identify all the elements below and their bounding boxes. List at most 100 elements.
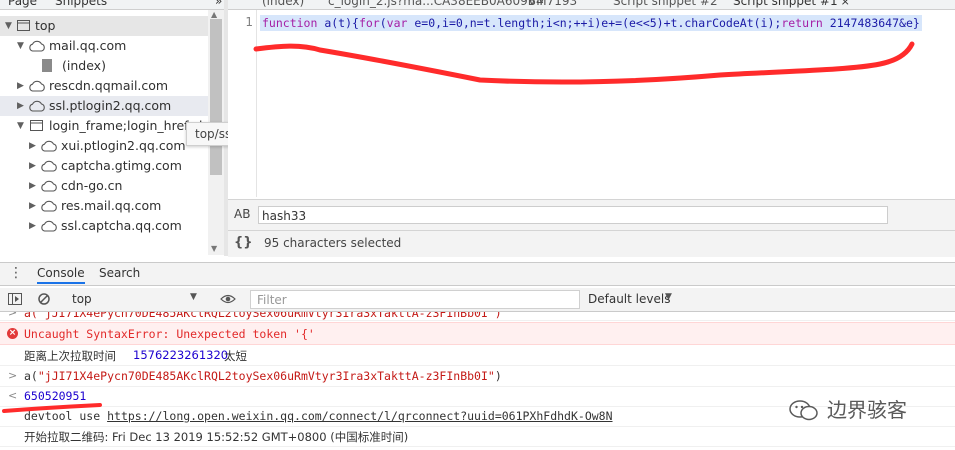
code-text: a(t){ (317, 16, 359, 30)
find-input[interactable]: hash33 (258, 206, 888, 224)
log-label: 距离上次拉取时间 (24, 349, 116, 363)
error-icon: × (7, 328, 18, 339)
expand-triangle-icon[interactable]: ▼ (17, 116, 24, 136)
more-tabs-icon[interactable]: » (215, 0, 222, 8)
tree-item-label: (index) (62, 58, 106, 73)
console-message: > a("jJI71X4ePycn70DE485AKclRQL2toySex06… (0, 312, 955, 321)
input-string: "jJI71X4ePycn70DE485AKclRQL2toySex06uRmV… (37, 369, 495, 383)
tree-item-label: res.mail.qq.com (61, 198, 162, 213)
log-text: devtool use https://long.open.weixin.qq.… (24, 409, 613, 423)
collapsed-triangle-icon[interactable]: ▶ (29, 216, 36, 236)
tree-item-captcha-gtimg[interactable]: ▶ captcha.gtimg.com (0, 156, 208, 176)
cloud-icon (41, 180, 57, 192)
code-text: ( (379, 16, 387, 30)
expand-triangle-icon[interactable]: ▼ (17, 36, 24, 56)
code-text: 2147483647&e} (822, 16, 920, 30)
log-levels-dropdown[interactable]: Default levels (588, 292, 670, 306)
code-text: e=0,i=0,n=t.length;i<n;++i)e+=(e<<5)+t.c… (407, 16, 782, 30)
tab-console[interactable]: Console (37, 266, 85, 284)
input-chevron-icon: > (8, 312, 18, 319)
find-bar: AB hash33 (228, 199, 955, 230)
more-menu-icon[interactable]: ⋮ (9, 266, 23, 280)
collapsed-triangle-icon[interactable]: ▶ (29, 156, 36, 176)
scrollbar-thumb[interactable] (210, 19, 222, 175)
filter-input[interactable]: Filter (250, 290, 580, 309)
console-messages: > a("jJI71X4ePycn70DE485AKclRQL2toySex06… (0, 312, 955, 450)
output-chevron-icon: < (8, 389, 18, 402)
tab-search[interactable]: Search (99, 266, 140, 280)
cloud-icon (41, 140, 57, 152)
code-editor[interactable]: 1 function a(t){for(var e=0,i=0,n=t.leng… (228, 10, 955, 197)
expand-triangle-icon[interactable]: ▼ (5, 16, 12, 36)
tab-vm7193[interactable]: VM7193 (528, 0, 577, 8)
input-suffix: ) (494, 369, 502, 383)
tab-c-login-js[interactable]: c_login_2.js?ma...CA38EEB0A609B4 (328, 0, 544, 8)
keyword-for: for (358, 16, 380, 30)
tree-item-login-frame[interactable]: ▼ login_frame;login_href=https (0, 116, 208, 136)
qrconnect-link[interactable]: https://long.open.weixin.qq.com/connect/… (107, 409, 612, 423)
tree-item-label: login_frame;login_href=https (49, 118, 208, 133)
input-chevron-icon: > (8, 369, 18, 382)
close-icon[interactable]: × (841, 0, 850, 8)
replace-toggle-icon[interactable]: AB (234, 207, 250, 221)
tree-item-top[interactable]: ▼ top (0, 16, 208, 36)
cloud-icon (41, 220, 57, 232)
tree-item-label: rescdn.qqmail.com (49, 78, 169, 93)
chevron-down-icon[interactable]: ▼ (665, 292, 672, 302)
cloud-icon (29, 80, 45, 92)
wechat-icon (789, 400, 818, 421)
tree-item-label: mail.qq.com (49, 38, 127, 53)
tab-script-snippet-1[interactable]: Script snippet #1 × (733, 0, 850, 8)
tree-item-rescdn[interactable]: ▶ rescdn.qqmail.com (0, 76, 208, 96)
tree-item-mail-qq[interactable]: ▼ mail.qq.com (0, 36, 208, 56)
cloud-icon (41, 200, 57, 212)
clear-console-icon[interactable] (38, 293, 50, 305)
log-suffix: 太短 (224, 349, 247, 363)
tab-label: Script snippet #1 (733, 0, 838, 8)
selection-status: 95 characters selected (264, 236, 402, 250)
tree-item-label: xui.ptlogin2.qq.com (61, 138, 186, 153)
console-error: × Uncaught SyntaxError: Unexpected token… (0, 322, 955, 345)
drawer-tabbar: ⋮ Console Search (0, 262, 955, 286)
collapsed-triangle-icon[interactable]: ▶ (17, 76, 24, 96)
collapsed-triangle-icon[interactable]: ▶ (17, 96, 24, 116)
tree-item-cdn-go[interactable]: ▶ cdn-go.cn (0, 176, 208, 196)
cloud-icon (29, 100, 45, 112)
eye-icon[interactable] (220, 294, 236, 304)
file-icon (42, 59, 52, 72)
tree-item-label: ssl.ptlogin2.qq.com (49, 98, 172, 113)
tree-item-res-mail-qq[interactable]: ▶ res.mail.qq.com (0, 196, 208, 216)
scroll-down-icon[interactable]: ▼ (211, 244, 217, 253)
cloud-icon (29, 40, 45, 52)
keyword-var: var (386, 16, 408, 30)
pretty-print-icon[interactable]: {} (234, 235, 253, 250)
collapsed-triangle-icon[interactable]: ▶ (29, 136, 36, 156)
tree-item-label: top (35, 18, 56, 33)
tab-page[interactable]: Page (8, 0, 37, 8)
chevron-down-icon[interactable]: ▼ (190, 292, 197, 302)
message-text: a("jJI71X4ePycn70DE485AKclRQL2toySex06uR… (24, 312, 502, 320)
code-line-selected[interactable]: function a(t){for(var e=0,i=0,n=t.length… (260, 15, 922, 31)
tree-item-ssl-ptlogin2[interactable]: ▶ ssl.ptlogin2.qq.com (0, 96, 208, 116)
context-selector[interactable]: top (72, 292, 202, 306)
scroll-up-icon[interactable]: ▲ (211, 10, 217, 19)
collapsed-triangle-icon[interactable]: ▶ (29, 196, 36, 216)
console-input: > a("jJI71X4ePycn70DE485AKclRQL2toySex06… (0, 366, 955, 387)
tree-item-xui-ptlogin2[interactable]: ▶ xui.ptlogin2.qq.com (0, 136, 208, 156)
input-expression: a("jJI71X4ePycn70DE485AKclRQL2toySex06uR… (24, 369, 502, 383)
cloud-icon (41, 160, 57, 172)
sidebar-toggle-icon[interactable] (8, 293, 22, 305)
tree-item-index[interactable]: (index) (0, 56, 208, 76)
collapsed-triangle-icon[interactable]: ▶ (29, 176, 36, 196)
tab-snippets[interactable]: Snippets (55, 0, 107, 8)
frame-icon (30, 120, 43, 131)
watermark-text: 边界骇客 (827, 398, 907, 422)
tree-item-label: ssl.captcha.qq.com (61, 218, 182, 233)
tree-item-ssl-captcha[interactable]: ▶ ssl.captcha.qq.com (0, 216, 208, 236)
log-text: 开始拉取二维码: Fri Dec 13 2019 15:52:52 GMT+08… (24, 430, 409, 444)
tab-script-snippet-2[interactable]: Script snippet #2 (613, 0, 718, 8)
line-number: 1 (245, 15, 253, 29)
input-prefix: a( (24, 369, 38, 383)
tab-index[interactable]: (index) (262, 0, 304, 8)
navigator-tabs: Page Snippets » (0, 0, 224, 10)
